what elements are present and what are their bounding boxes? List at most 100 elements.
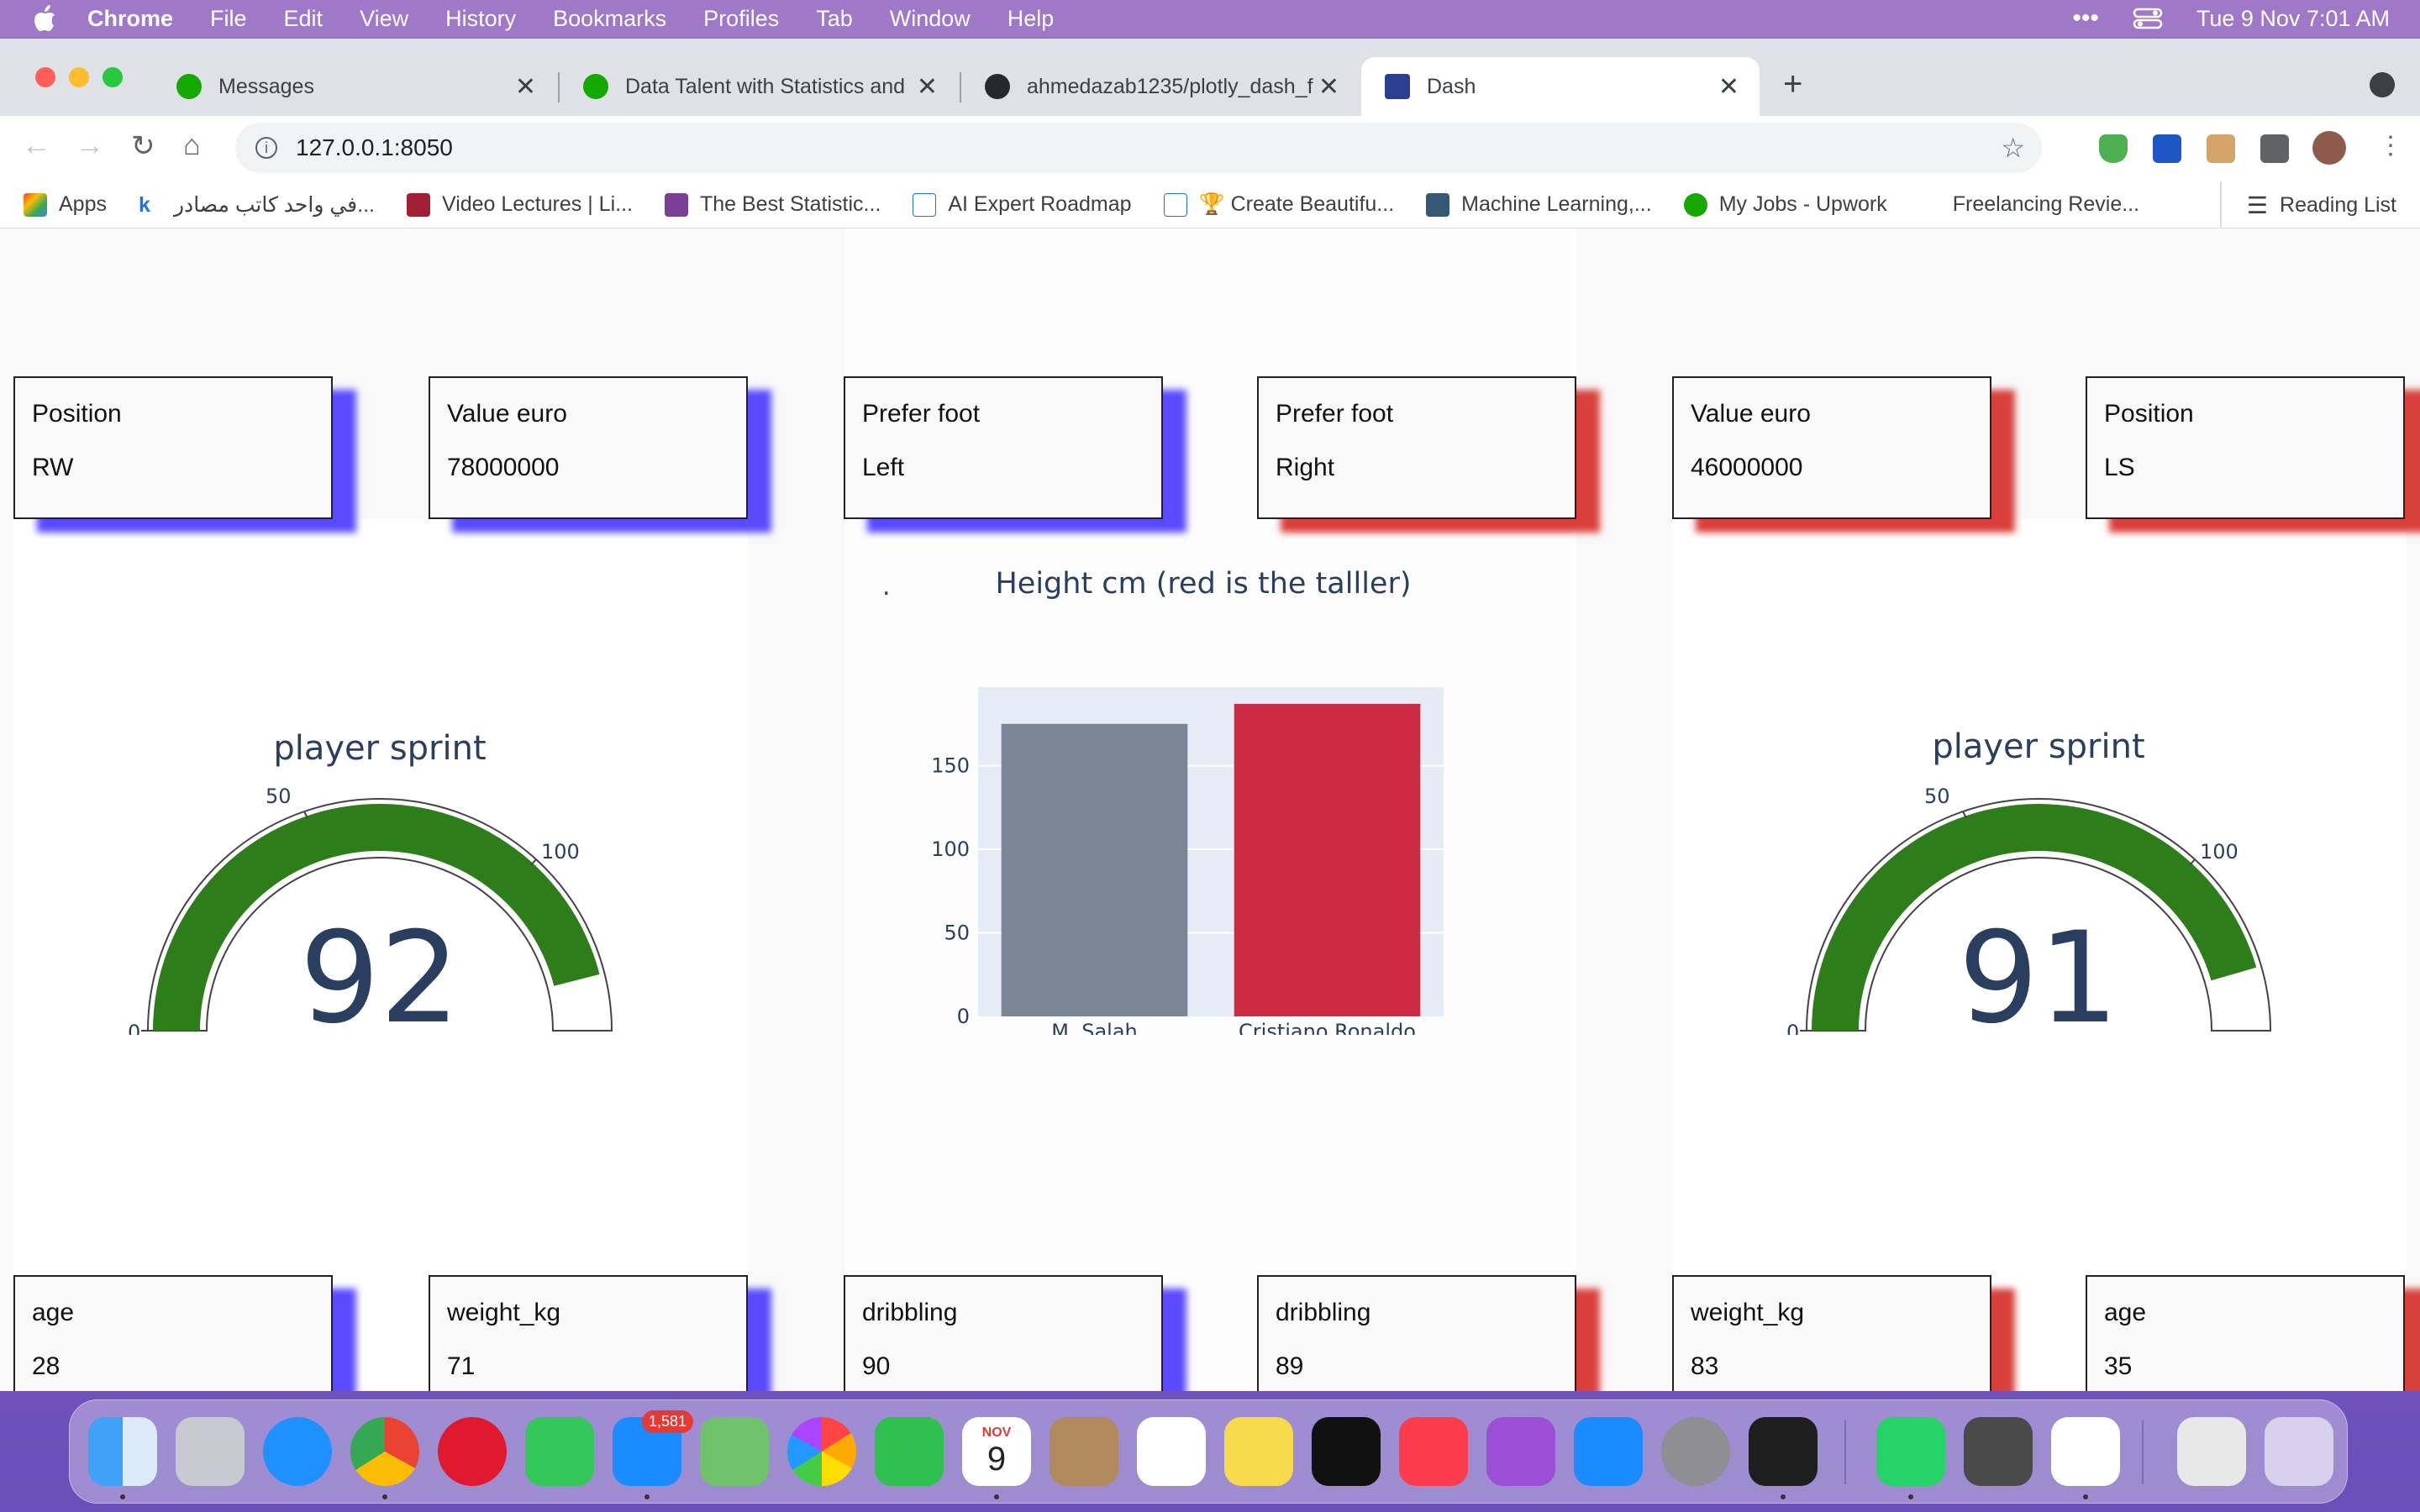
reload-icon[interactable]: ↻ bbox=[131, 129, 155, 163]
whatsapp-icon[interactable] bbox=[1876, 1417, 1945, 1486]
extension-icon[interactable] bbox=[2153, 134, 2181, 163]
mail-icon[interactable]: 1,581 bbox=[613, 1410, 693, 1486]
vscode-icon[interactable] bbox=[2051, 1417, 2120, 1486]
tab-title: Dash bbox=[1427, 74, 1476, 98]
menu-file[interactable]: File bbox=[210, 6, 247, 32]
tab-strip: Messages ✕ Data Talent with Statistics a… bbox=[0, 39, 2420, 116]
close-tab-icon[interactable]: ✕ bbox=[1718, 72, 1739, 102]
bookmark-apps[interactable]: Apps bbox=[24, 192, 107, 217]
menu-profiles[interactable]: Profiles bbox=[703, 6, 779, 32]
bookmark-create[interactable]: 🏆 Create Beautifu... bbox=[1163, 192, 1394, 217]
bookmark-label: في واحد كاتب مصادر... bbox=[173, 192, 375, 217]
close-tab-icon[interactable]: ✕ bbox=[1318, 72, 1339, 102]
bookmark-upwork[interactable]: My Jobs - Upwork bbox=[1683, 192, 1887, 217]
bookmark-ai-roadmap[interactable]: AI Expert Roadmap bbox=[913, 192, 1132, 217]
menubar-clock[interactable]: Tue 9 Nov 7:01 AM bbox=[2196, 6, 2390, 32]
safari-icon[interactable] bbox=[263, 1417, 332, 1486]
apple-icon[interactable] bbox=[32, 4, 57, 33]
minimize-window-button[interactable] bbox=[69, 67, 89, 87]
launchpad-icon[interactable] bbox=[176, 1417, 245, 1486]
photos-icon[interactable] bbox=[787, 1417, 856, 1486]
close-tab-icon[interactable]: ✕ bbox=[515, 72, 536, 102]
menu-help[interactable]: Help bbox=[1007, 6, 1055, 32]
bookmark-label: Freelancing Revie... bbox=[1952, 192, 2140, 216]
info-card: Position RW bbox=[13, 376, 333, 519]
tab-data-talent[interactable]: Data Talent with Statistics and ✕ bbox=[560, 57, 958, 116]
gauge-tick-label: 50 bbox=[266, 785, 292, 808]
chrome-menu-icon[interactable]: ⋮ bbox=[2378, 131, 2403, 160]
gauge-tick-label: 0 bbox=[128, 1021, 140, 1035]
address-url: 127.0.0.1:8050 bbox=[296, 134, 453, 160]
zoom-window-button[interactable] bbox=[103, 67, 123, 87]
bookmark-arabic[interactable]: k في واحد كاتب مصادر... bbox=[138, 192, 375, 218]
control-center-icon[interactable] bbox=[2133, 7, 2163, 30]
tab-title: Messages bbox=[218, 74, 314, 98]
bookmark-label: Machine Learning,... bbox=[1461, 192, 1652, 216]
home-icon[interactable]: ⌂ bbox=[183, 129, 201, 162]
right-gauge-chart: player sprint 0 50 100 91 bbox=[1786, 727, 2272, 1035]
site-info-icon[interactable]: i bbox=[255, 137, 277, 159]
messages-icon[interactable] bbox=[525, 1417, 594, 1486]
owl-icon bbox=[664, 192, 688, 217]
tab-dash[interactable]: Dash ✕ bbox=[1361, 57, 1760, 116]
reading-list-icon: ☰ bbox=[2246, 192, 2269, 218]
sublime-icon[interactable] bbox=[1964, 1417, 2033, 1486]
tab-search-icon[interactable] bbox=[2370, 72, 2395, 97]
appstore-icon[interactable] bbox=[1574, 1417, 1643, 1486]
more-icon[interactable]: ••• bbox=[2072, 4, 2099, 33]
bar-m-salah[interactable] bbox=[1001, 723, 1188, 1016]
podcasts-icon[interactable] bbox=[1486, 1417, 1555, 1486]
close-window-button[interactable] bbox=[35, 67, 55, 87]
back-icon[interactable]: ← bbox=[22, 129, 50, 162]
chrome-icon[interactable] bbox=[350, 1417, 419, 1486]
menu-view[interactable]: View bbox=[360, 6, 408, 32]
menu-app-name[interactable]: Chrome bbox=[87, 6, 173, 32]
bookmark-freelancing[interactable]: Freelancing Revie... bbox=[1953, 192, 2139, 217]
terminal-icon[interactable] bbox=[1749, 1417, 1818, 1486]
finder-icon[interactable] bbox=[88, 1417, 157, 1486]
forward-icon[interactable]: → bbox=[76, 129, 104, 162]
menu-tab[interactable]: Tab bbox=[816, 6, 853, 32]
bookmark-statistics[interactable]: The Best Statistic... bbox=[664, 192, 881, 217]
reminders-icon[interactable] bbox=[1137, 1417, 1206, 1486]
menu-bookmarks[interactable]: Bookmarks bbox=[553, 6, 666, 32]
facetime-icon[interactable] bbox=[875, 1417, 944, 1486]
card-label: dribbling bbox=[1276, 1299, 1371, 1326]
notes-icon[interactable] bbox=[1224, 1417, 1293, 1486]
card-value: 90 bbox=[862, 1352, 891, 1380]
bookmark-mit[interactable]: Video Lectures | Li... bbox=[406, 192, 633, 217]
gauge-value: 92 bbox=[300, 906, 460, 1035]
card-label: dribbling bbox=[862, 1299, 958, 1326]
opera-icon[interactable] bbox=[438, 1417, 507, 1486]
address-bar[interactable]: i 127.0.0.1:8050 ☆ bbox=[235, 123, 2042, 173]
bookmark-ml[interactable]: Machine Learning,... bbox=[1426, 192, 1652, 217]
puzzle-extensions-icon[interactable] bbox=[2260, 134, 2289, 163]
tab-messages[interactable]: Messages ✕ bbox=[153, 57, 556, 116]
close-tab-icon[interactable]: ✕ bbox=[917, 72, 938, 102]
music-icon[interactable] bbox=[1399, 1417, 1468, 1486]
profile-avatar[interactable] bbox=[2312, 131, 2346, 165]
preview-icon[interactable] bbox=[2177, 1417, 2246, 1486]
adblock-shield-icon[interactable] bbox=[2099, 134, 2128, 163]
info-card: weight_kg 71 bbox=[429, 1275, 748, 1391]
running-indicator bbox=[994, 1494, 999, 1499]
trash-icon[interactable] bbox=[2265, 1417, 2333, 1486]
new-tab-icon[interactable]: + bbox=[1783, 66, 1802, 103]
extension-icon[interactable] bbox=[2207, 134, 2235, 163]
menu-history[interactable]: History bbox=[445, 6, 516, 32]
menu-window[interactable]: Window bbox=[890, 6, 971, 32]
reading-list-button[interactable]: ☰ Reading List bbox=[2219, 181, 2396, 228]
bar-cristiano-ronaldo[interactable] bbox=[1234, 703, 1421, 1016]
settings-icon[interactable] bbox=[1661, 1417, 1730, 1486]
tab-github[interactable]: ahmedazab1235/plotly_dash_f ✕ bbox=[961, 57, 1360, 116]
maps-icon[interactable] bbox=[700, 1417, 769, 1486]
calendar-icon[interactable]: NOV 9 bbox=[962, 1417, 1031, 1486]
bookmark-star-icon[interactable]: ☆ bbox=[2001, 132, 2025, 164]
upwork-icon bbox=[176, 74, 202, 99]
menu-edit[interactable]: Edit bbox=[284, 6, 324, 32]
y-tick-label: 0 bbox=[957, 1005, 970, 1028]
contacts-icon[interactable] bbox=[1050, 1417, 1118, 1486]
upwork-icon bbox=[583, 74, 608, 99]
dash-icon bbox=[1385, 74, 1410, 99]
tv-icon[interactable] bbox=[1312, 1417, 1381, 1486]
